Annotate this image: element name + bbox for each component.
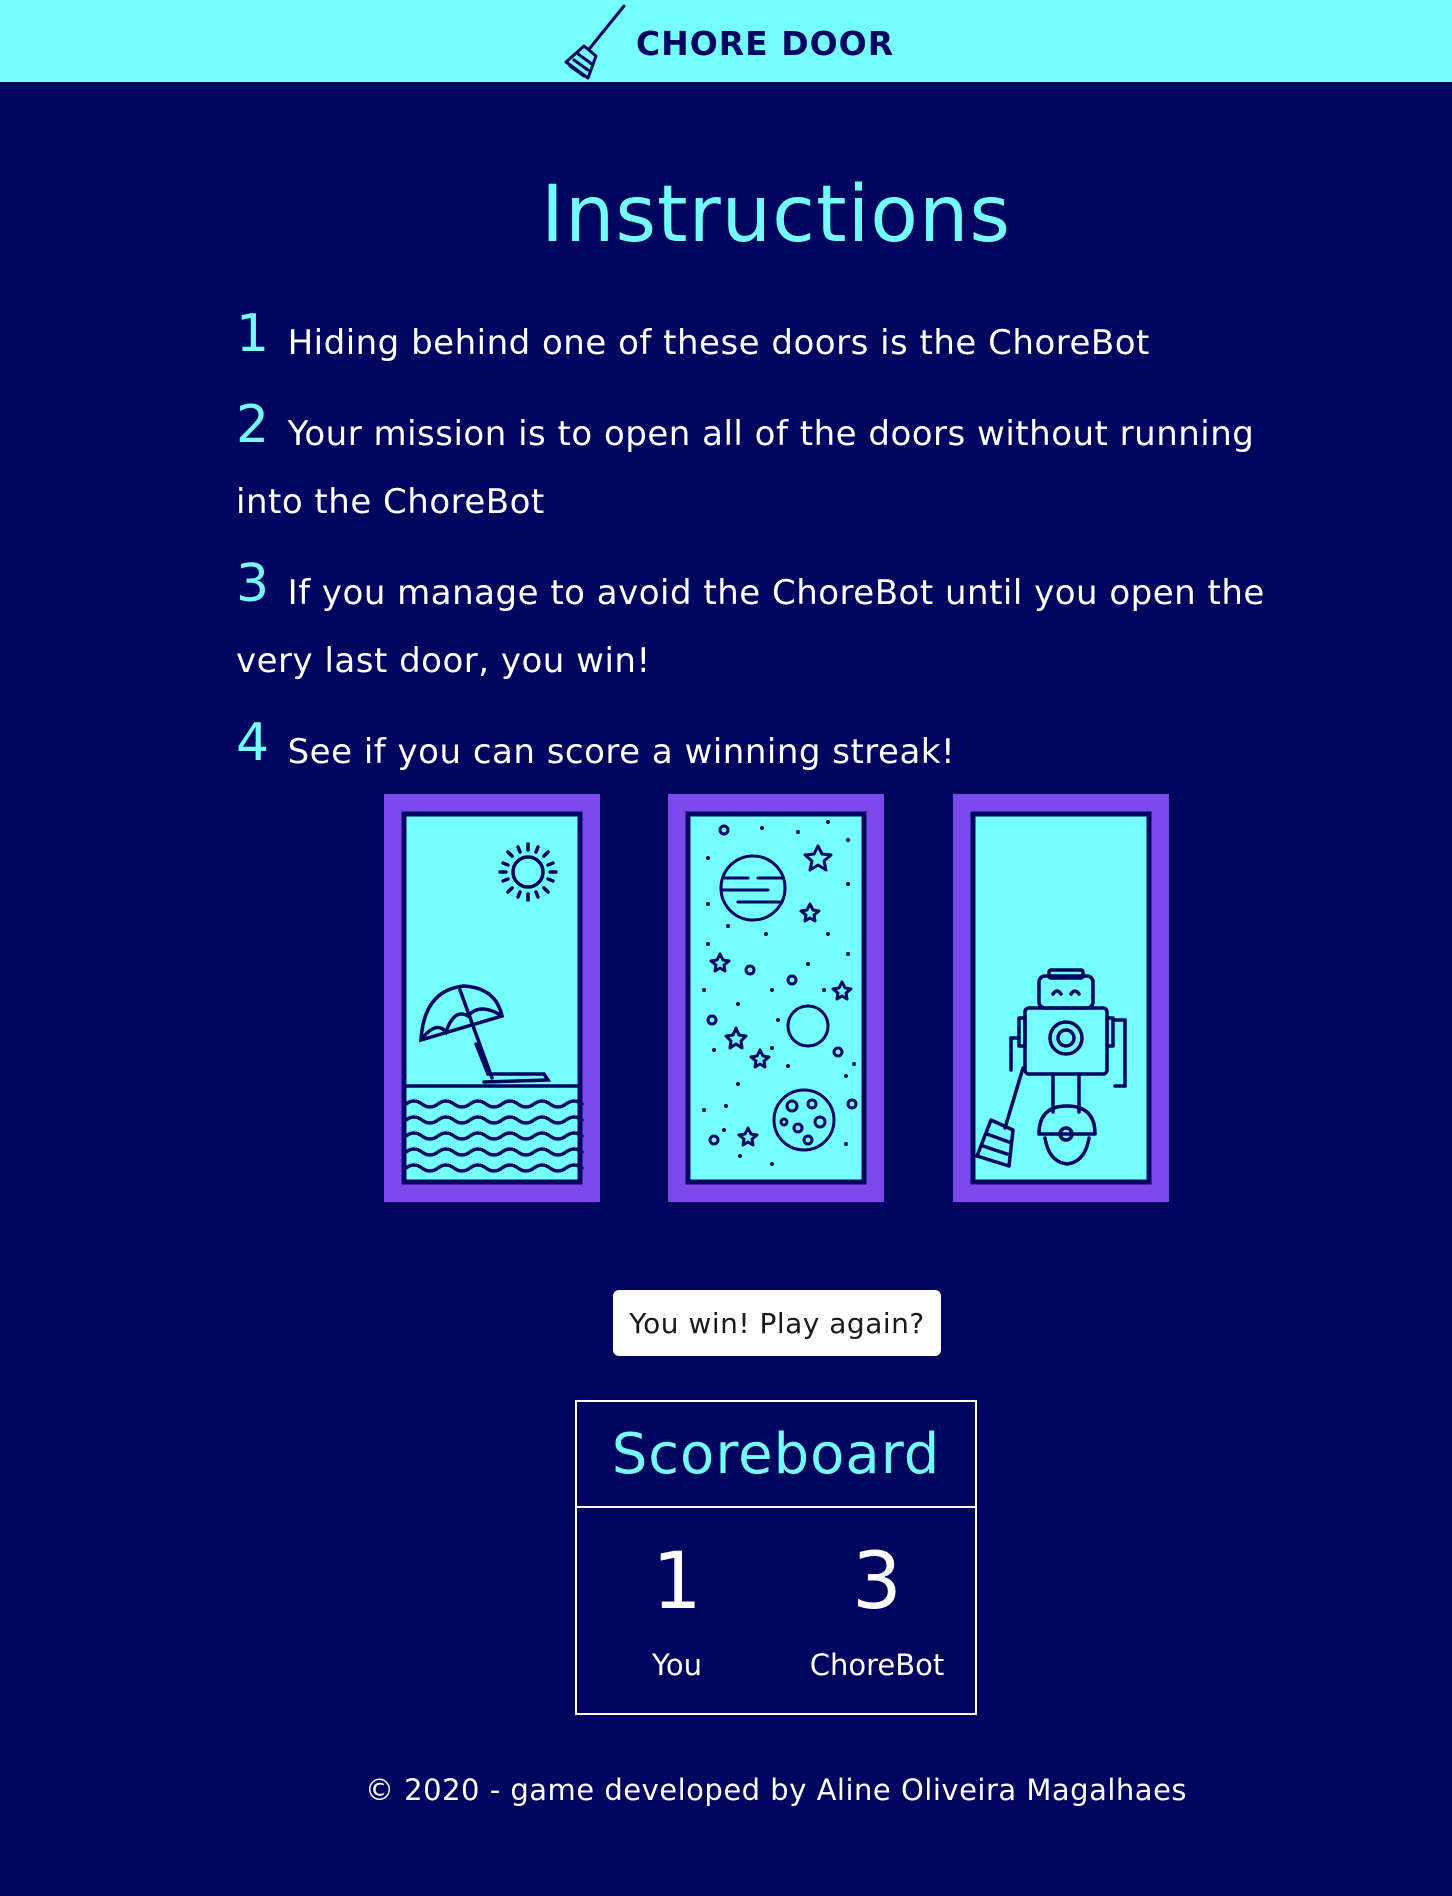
- beach-door-icon: [401, 811, 584, 1185]
- instructions-list: 1 Hiding behind one of these doors is the…: [236, 300, 1316, 800]
- door-row: [384, 794, 1169, 1202]
- instruction-step: 2 Your mission is to open all of the door…: [236, 391, 1316, 536]
- footer-credit: © 2020 - game developed by Aline Oliveir…: [364, 1773, 1188, 1807]
- instruction-step: 1 Hiding behind one of these doors is the…: [236, 300, 1316, 377]
- scoreboard: Scoreboard 1 You 3 ChoreBot: [575, 1400, 977, 1715]
- door-3[interactable]: [953, 794, 1169, 1202]
- step-number: 1: [236, 304, 270, 364]
- step-text: If you manage to avoid the ChoreBot unti…: [236, 573, 1265, 681]
- player-score-value: 1: [652, 1537, 702, 1627]
- play-again-button[interactable]: You win! Play again?: [613, 1290, 941, 1356]
- chorebot-score-value: 3: [852, 1537, 902, 1627]
- broom-icon: [564, 4, 626, 80]
- chorebot-door-icon: [970, 811, 1152, 1185]
- brand-title[interactable]: CHORE DOOR: [636, 24, 894, 63]
- player-score-label: You: [652, 1648, 702, 1682]
- door-1[interactable]: [384, 794, 600, 1202]
- step-number: 4: [236, 713, 270, 773]
- step-number: 2: [236, 395, 270, 455]
- top-navbar: CHORE DOOR: [0, 0, 1452, 82]
- door-2[interactable]: [668, 794, 884, 1202]
- instruction-step: 4 See if you can score a winning streak!: [236, 709, 1316, 786]
- chorebot-score-label: ChoreBot: [809, 1648, 945, 1682]
- player-score: 1 You: [577, 1522, 777, 1682]
- instruction-step: 3 If you manage to avoid the ChoreBot unt…: [236, 550, 1316, 695]
- instructions-title: Instructions: [540, 170, 1012, 260]
- space-door-icon: [685, 811, 867, 1185]
- step-number: 3: [236, 554, 270, 614]
- chorebot-score: 3 ChoreBot: [777, 1522, 977, 1682]
- step-text: Hiding behind one of these doors is the …: [287, 323, 1150, 363]
- step-text: Your mission is to open all of the doors…: [236, 414, 1255, 522]
- step-text: See if you can score a winning streak!: [287, 732, 956, 772]
- scoreboard-title: Scoreboard: [577, 1402, 975, 1508]
